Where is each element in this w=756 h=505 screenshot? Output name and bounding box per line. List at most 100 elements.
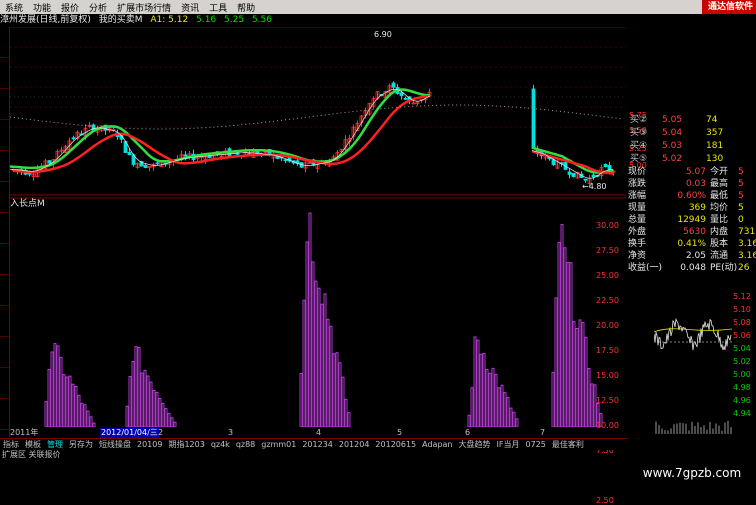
- tab-6[interactable]: 期指1203: [165, 439, 207, 450]
- histogram-bar: [74, 386, 78, 427]
- histogram-bar: [89, 416, 93, 427]
- chart-title-line: 漳州发展(日线,前复权) 我的买卖M A1: 5.12 5.16 5.25 5.…: [0, 14, 626, 27]
- candlestick-chart[interactable]: [10, 27, 626, 427]
- date-selected[interactable]: 2012/01/04/三: [100, 428, 159, 438]
- tab-16[interactable]: 0725: [522, 439, 548, 450]
- month-label-3: 3: [228, 428, 234, 437]
- histogram-bar: [134, 346, 138, 427]
- tab-17[interactable]: 最佳客利: [549, 439, 587, 450]
- histogram-bar: [302, 299, 306, 427]
- quote-key: 收益(一): [628, 263, 663, 273]
- order-volume: 74: [706, 115, 718, 125]
- stock-name[interactable]: 漳州发展(日线,前复权): [0, 15, 91, 25]
- menu-item-6[interactable]: 工具: [204, 1, 232, 14]
- histogram-bar: [125, 405, 129, 427]
- quote-key: 总量: [628, 215, 647, 225]
- histogram-bar: [470, 387, 474, 427]
- tab-12[interactable]: 20120615: [372, 439, 419, 450]
- tab-1[interactable]: 模板: [22, 439, 44, 450]
- quote-value: 5.07: [685, 167, 706, 177]
- menu-item-5[interactable]: 资讯: [176, 1, 204, 14]
- histogram-bar: [572, 321, 576, 427]
- tab-8[interactable]: qz88: [233, 439, 258, 450]
- intraday-tick: 5.08: [733, 318, 751, 327]
- quote-value-2: 3.16: [738, 251, 756, 261]
- histogram-bar: [167, 412, 171, 427]
- menu-item-0[interactable]: 系统: [0, 1, 28, 14]
- indicator-title: 入长点M: [10, 199, 45, 209]
- candle-body: [143, 164, 148, 169]
- histogram-bar: [68, 375, 72, 427]
- tab-9[interactable]: gzmm01: [258, 439, 299, 450]
- menu-item-7[interactable]: 帮助: [232, 1, 260, 14]
- quote-value-2: 0: [738, 215, 744, 225]
- candle-body: [71, 137, 76, 140]
- quote-row: 涨跌 0.03 最高 5: [628, 178, 756, 190]
- order-volume: 181: [706, 141, 724, 151]
- histogram-bar: [323, 293, 327, 427]
- histogram-bar: [347, 412, 351, 427]
- histogram-bar: [317, 287, 321, 427]
- ma-line-red: [12, 94, 614, 175]
- a1-label: A1: 5.12: [150, 15, 189, 25]
- tab-13[interactable]: Adapan: [419, 439, 455, 450]
- order-price: 5.03: [662, 141, 683, 151]
- quote-key-2: 均价: [710, 203, 729, 213]
- a3-value: 5.56: [251, 15, 272, 25]
- intraday-tick: 5.06: [733, 331, 751, 340]
- histogram-bar: [494, 373, 498, 427]
- tab-3[interactable]: 另存为: [66, 439, 96, 450]
- histogram-bar: [308, 212, 312, 427]
- histogram-bar: [482, 353, 486, 427]
- order-price: 5.04: [662, 128, 683, 138]
- order-price: 5.05: [662, 115, 683, 125]
- tab-5[interactable]: 20109: [134, 439, 165, 450]
- tab-2[interactable]: 管理: [44, 439, 66, 450]
- histogram-bar: [86, 410, 90, 427]
- histogram-bar: [71, 383, 75, 427]
- menu-item-2[interactable]: 报价: [56, 1, 84, 14]
- tab-7[interactable]: qz4k: [208, 439, 233, 450]
- tab-0[interactable]: 指标: [0, 439, 22, 450]
- a2-value: 5.25: [224, 15, 245, 25]
- quote-key: 净资: [628, 251, 647, 261]
- menu-item-4[interactable]: 扩展市场行情: [112, 1, 176, 14]
- intraday-avg-line: [654, 328, 732, 333]
- quote-key-2: 流通: [710, 251, 729, 261]
- histogram-bar: [137, 347, 141, 427]
- order-volume: 130: [706, 154, 724, 164]
- histogram-bar: [338, 362, 342, 427]
- menu-item-3[interactable]: 分析: [84, 1, 112, 14]
- candle-body: [571, 172, 576, 178]
- quote-key: 现量: [628, 203, 647, 213]
- order-book-row: 买④ 5.03 181: [628, 140, 754, 152]
- month-label-4: 4: [316, 428, 322, 437]
- quote-value: 0.03: [685, 179, 706, 189]
- histogram-bar: [83, 404, 87, 427]
- histogram-bar: [80, 402, 84, 427]
- order-label: 买④: [630, 141, 648, 151]
- candle-body: [591, 174, 596, 178]
- histogram-bar: [128, 376, 132, 427]
- intraday-tick: 5.10: [733, 305, 751, 314]
- quote-value-2: 5: [738, 191, 744, 201]
- candle-body: [155, 162, 160, 165]
- tab-15[interactable]: IF当月: [494, 439, 523, 450]
- tab-4[interactable]: 短线操盘: [96, 439, 134, 450]
- indicator-name[interactable]: 我的买卖M: [99, 15, 143, 25]
- intraday-mini-chart[interactable]: [654, 294, 732, 434]
- histogram-bar: [503, 392, 507, 427]
- candle-body: [399, 92, 404, 97]
- tab-14[interactable]: 大盘趋势: [456, 439, 494, 450]
- menu-item-1[interactable]: 功能: [28, 1, 56, 14]
- quote-value-2: 5: [738, 179, 744, 189]
- tab-11[interactable]: 201204: [336, 439, 373, 450]
- tab-10[interactable]: 201234: [299, 439, 336, 450]
- histogram-bar: [131, 360, 135, 427]
- histogram-bar: [326, 318, 330, 427]
- left-tool-strip[interactable]: [0, 27, 10, 437]
- order-book-row: 买⑤ 5.02 130: [628, 153, 754, 165]
- menu-bar: 系统 功能 报价 分析 扩展市场行情 资讯 工具 帮助: [0, 0, 756, 14]
- histogram-bar: [581, 322, 585, 427]
- ma-line-white: [10, 88, 614, 179]
